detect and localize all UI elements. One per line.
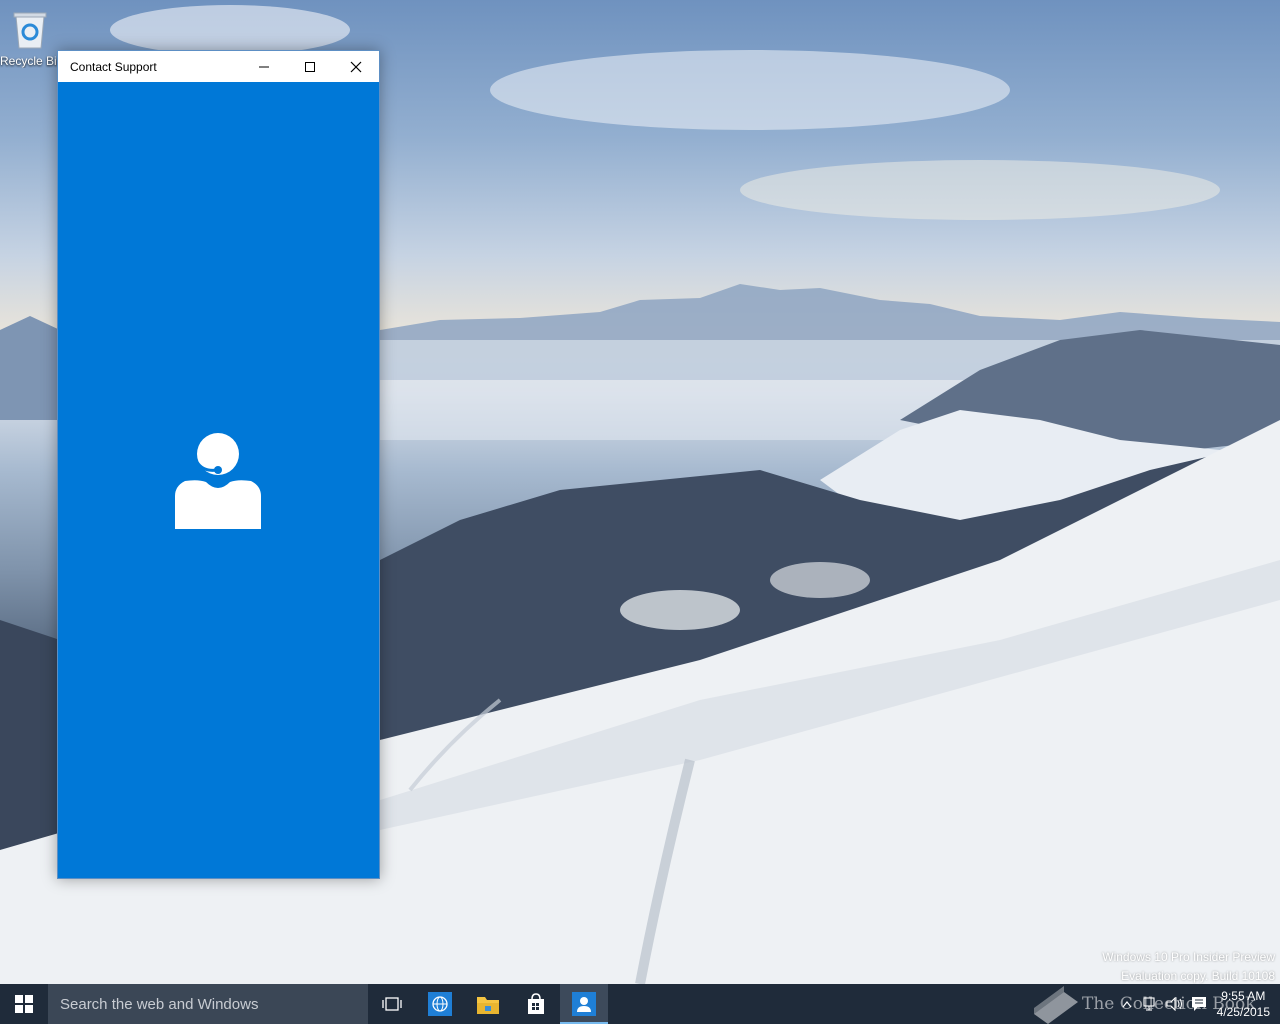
- speaker-icon: [1166, 997, 1182, 1011]
- store-bag-icon: [528, 993, 544, 1014]
- contact-support-window: Contact Support: [57, 50, 380, 879]
- build-watermark: Windows 10 Pro Insider Preview Evaluatio…: [1102, 948, 1275, 984]
- globe-icon: [428, 992, 452, 1016]
- task-view-icon: [382, 997, 402, 1011]
- search-box[interactable]: Search the web and Windows: [48, 984, 368, 1024]
- minimize-button[interactable]: [241, 51, 287, 82]
- clock-time: 9:55 AM: [1221, 989, 1266, 1003]
- system-tray: 9:55 AM 4/25/2015: [1115, 984, 1280, 1024]
- network-icon: [1143, 997, 1155, 1011]
- search-placeholder: Search the web and Windows: [60, 995, 259, 1013]
- maximize-button[interactable]: [287, 51, 333, 82]
- recycle-bin-shortcut[interactable]: Recycle Bin: [0, 6, 60, 76]
- person-icon: [572, 992, 596, 1016]
- close-icon: [350, 61, 362, 72]
- support-agent-icon: [175, 433, 261, 529]
- watermark-line-2: Evaluation copy. Build 10108: [1121, 969, 1275, 983]
- task-view-button[interactable]: [368, 984, 416, 1024]
- book-logo-icon: [1034, 986, 1078, 1024]
- watermark-line-1: Windows 10 Pro Insider Preview: [1102, 950, 1275, 964]
- start-button[interactable]: [0, 984, 48, 1024]
- clock-date: 4/25/2015: [1216, 1005, 1270, 1019]
- show-hidden-icons-button[interactable]: [1115, 984, 1139, 1024]
- windows-logo-icon: [15, 995, 33, 1013]
- network-button[interactable]: [1139, 984, 1163, 1024]
- taskbar-contact-support[interactable]: [560, 984, 608, 1024]
- maximize-icon: [305, 61, 315, 72]
- recycle-bin-icon: [13, 10, 47, 50]
- window-titlebar[interactable]: Contact Support: [58, 51, 379, 82]
- chevron-up-icon: [1122, 1001, 1132, 1008]
- close-button[interactable]: [333, 51, 379, 82]
- notification-icon: [1191, 997, 1206, 1011]
- window-title: Contact Support: [70, 59, 157, 74]
- taskbar-store[interactable]: [512, 984, 560, 1024]
- action-center-button[interactable]: [1187, 984, 1211, 1024]
- minimize-icon: [259, 66, 269, 67]
- folder-icon: [477, 997, 499, 1014]
- recycle-bin-label: Recycle Bin: [0, 54, 60, 68]
- volume-button[interactable]: [1163, 984, 1187, 1024]
- taskbar-browser[interactable]: [416, 984, 464, 1024]
- taskbar-file-explorer[interactable]: [464, 984, 512, 1024]
- taskbar-clock[interactable]: 9:55 AM 4/25/2015: [1211, 988, 1280, 1020]
- taskbar: Search the web and Windows The Collectio…: [0, 984, 1280, 1024]
- splash-screen: [58, 82, 379, 878]
